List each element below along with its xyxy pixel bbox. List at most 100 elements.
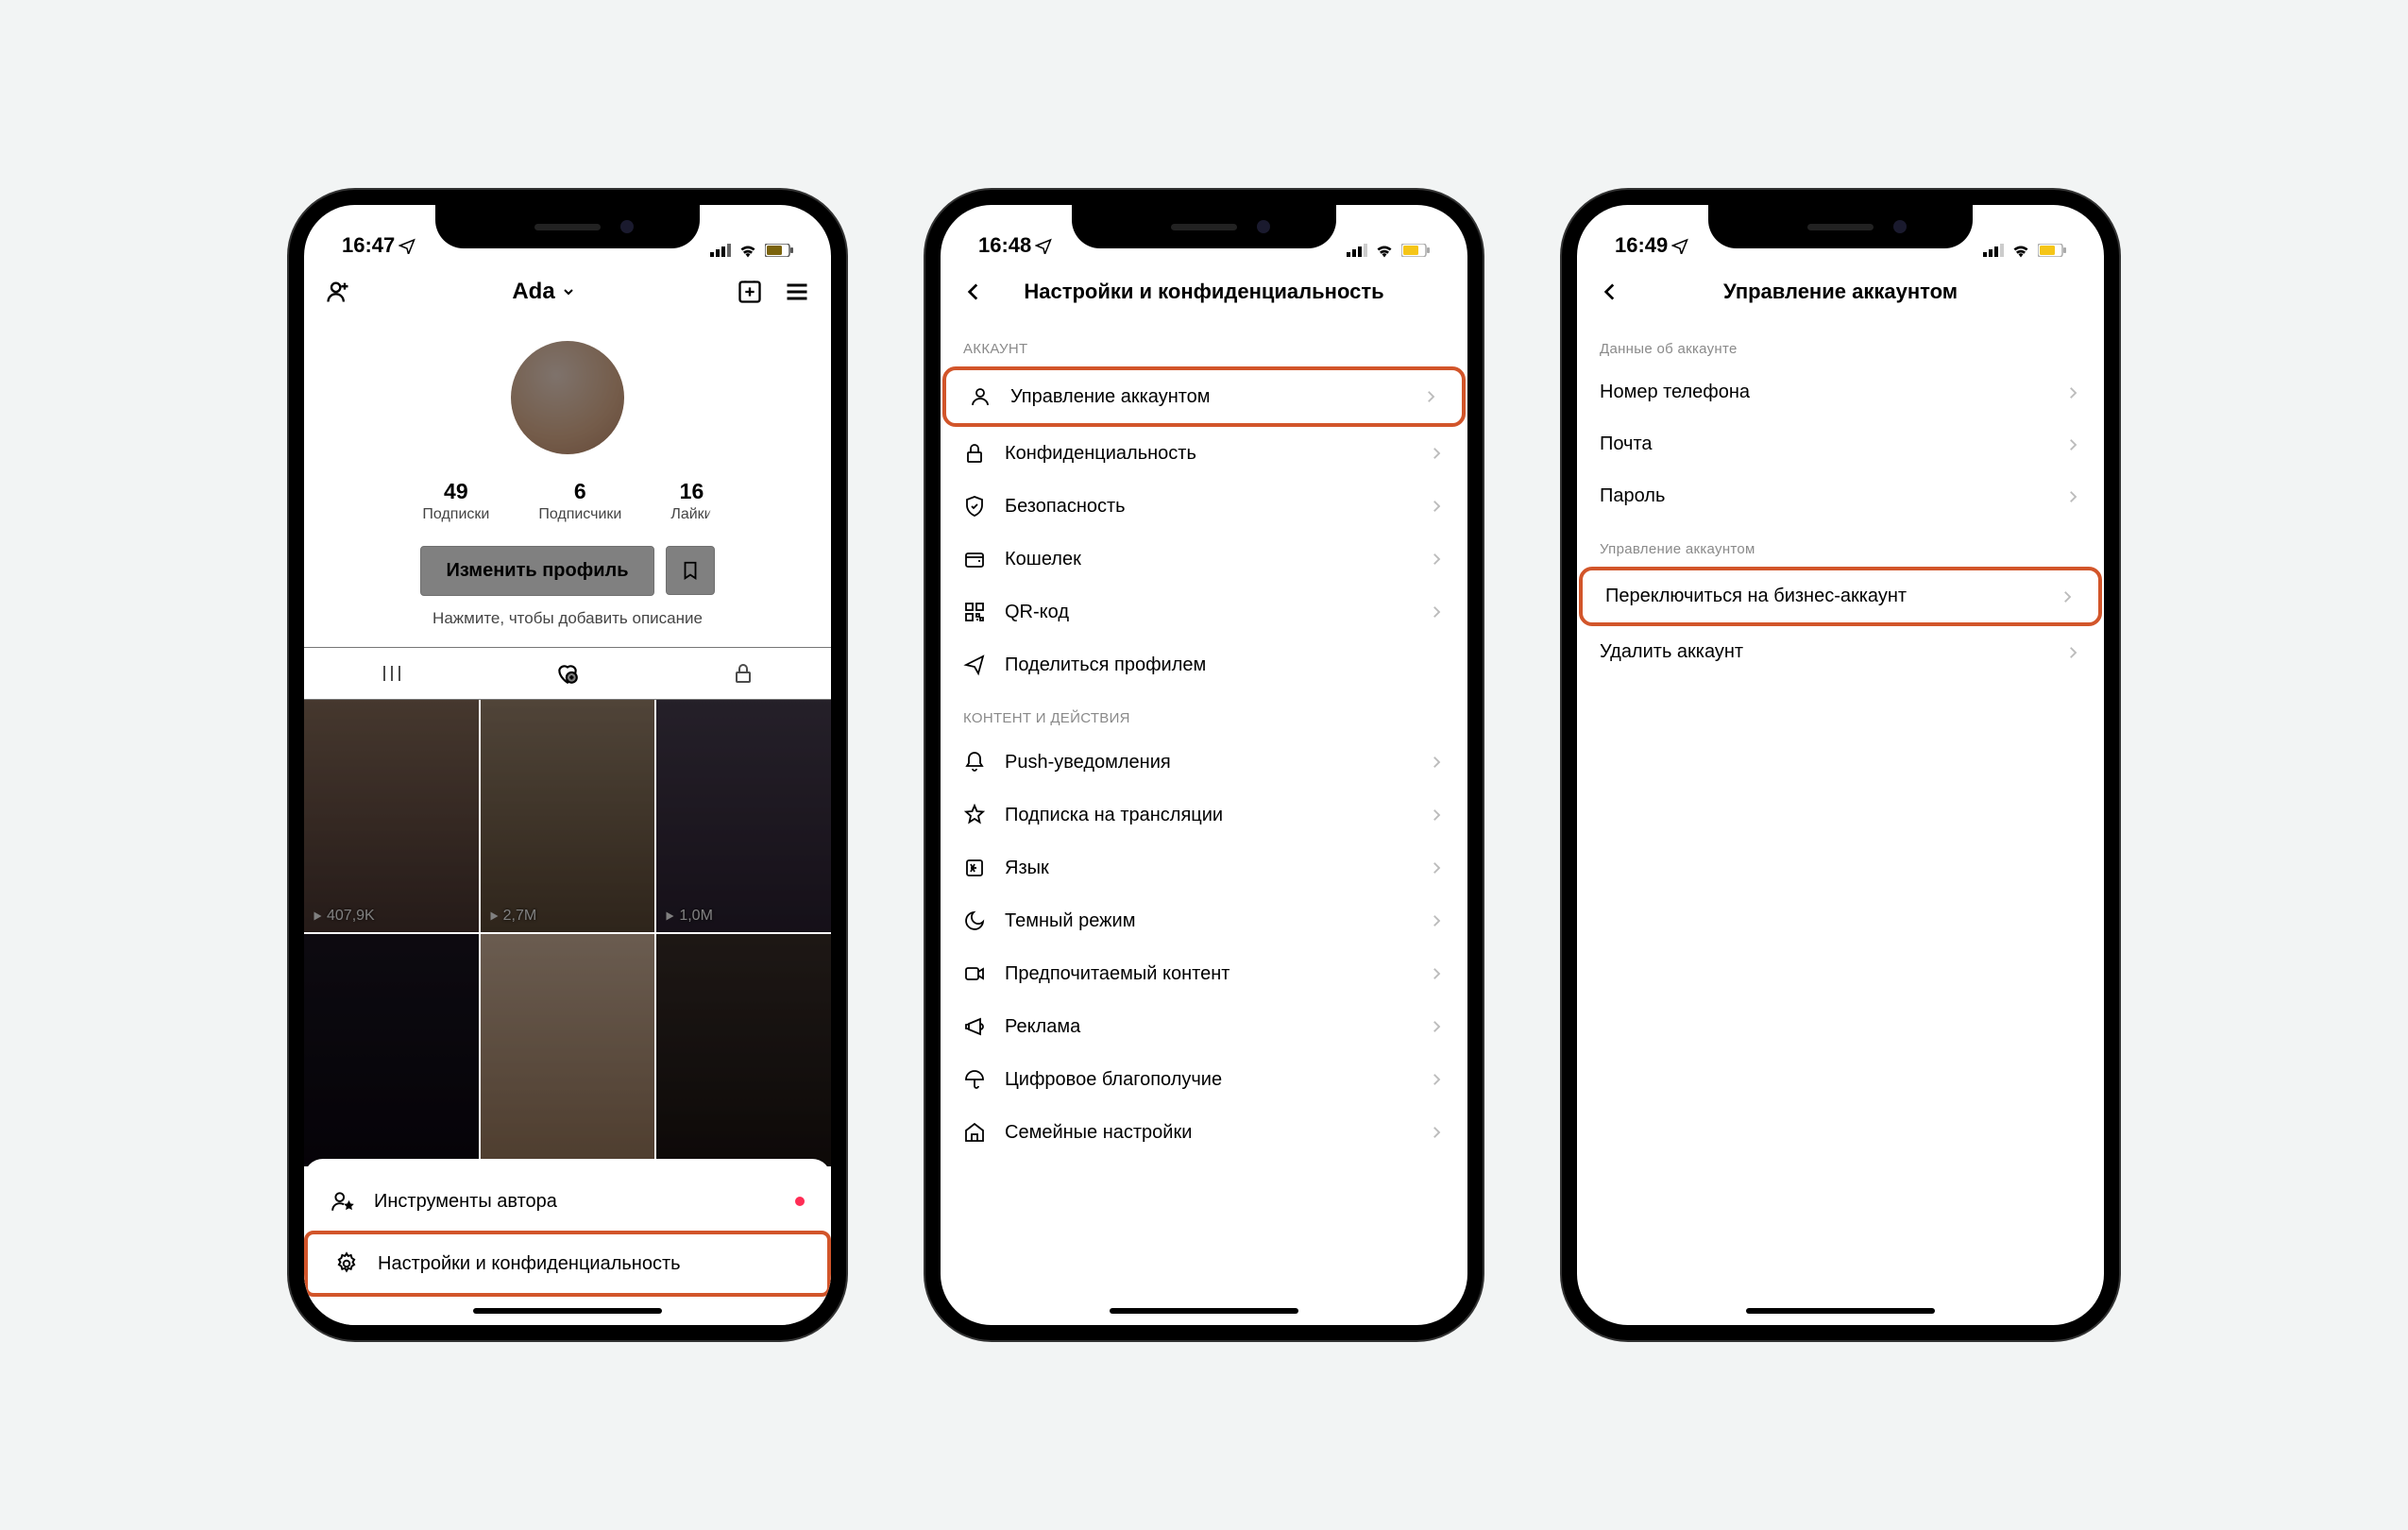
home-indicator[interactable] <box>473 1308 662 1314</box>
time: 16:49 <box>1615 233 1668 258</box>
lock-icon <box>732 662 755 685</box>
time: 16:48 <box>978 233 1031 258</box>
row-wallet[interactable]: Кошелек <box>941 533 1467 586</box>
phone-mockup-2: 16:48 Настройки и конфиденциальность АКК… <box>925 190 1483 1340</box>
row-phone[interactable]: Номер телефона <box>1577 366 2104 418</box>
location-icon <box>1671 237 1688 254</box>
person-star-icon <box>331 1189 355 1214</box>
back-button[interactable] <box>961 280 986 304</box>
row-share[interactable]: Поделиться профилем <box>941 638 1467 691</box>
wifi-icon <box>1375 243 1394 258</box>
tab-feed[interactable] <box>304 648 480 699</box>
row-password[interactable]: Пароль <box>1577 470 2104 522</box>
video-icon <box>963 962 986 985</box>
chevron-right-icon <box>2064 488 2081 505</box>
row-delete-account[interactable]: Удалить аккаунт <box>1577 626 2104 678</box>
signal-icon <box>1347 244 1367 257</box>
notification-dot <box>795 1197 805 1206</box>
qr-icon <box>963 601 986 623</box>
chevron-right-icon <box>2064 384 2081 401</box>
section-manage: Управление аккаунтом <box>1577 522 2104 567</box>
battery-icon <box>765 244 793 257</box>
row-language[interactable]: Язык <box>941 842 1467 894</box>
chevron-right-icon <box>1428 807 1445 824</box>
bio-text[interactable]: Нажмите, чтобы добавить описание <box>304 609 831 628</box>
row-email[interactable]: Почта <box>1577 418 2104 470</box>
chevron-right-icon <box>1422 388 1439 405</box>
settings-privacy-item[interactable]: Настройки и конфиденциальность <box>304 1231 831 1297</box>
home-icon <box>963 1121 986 1144</box>
video-tile[interactable] <box>656 934 831 1166</box>
creator-tools-item[interactable]: Инструменты автора <box>304 1172 831 1231</box>
video-tile[interactable] <box>481 934 655 1166</box>
hamburger-menu-icon[interactable] <box>784 279 810 305</box>
moon-icon <box>963 910 986 932</box>
row-security[interactable]: Безопасность <box>941 480 1467 533</box>
username-dropdown[interactable]: Ada <box>512 279 575 305</box>
signal-icon <box>1983 244 2004 257</box>
home-indicator[interactable] <box>1110 1308 1298 1314</box>
chevron-right-icon <box>2059 588 2076 605</box>
chevron-right-icon <box>1428 445 1445 462</box>
megaphone-icon <box>963 1015 986 1038</box>
profile-tabs <box>304 647 831 700</box>
following-stat[interactable]: 49Подписки <box>398 479 514 523</box>
feed-icon <box>381 662 403 685</box>
page-title: Настройки и конфиденциальность <box>1024 280 1383 304</box>
video-tile[interactable]: 407,9K <box>304 700 479 932</box>
section-content: КОНТЕНТ И ДЕЙСТВИЯ <box>941 691 1467 736</box>
page-header: Настройки и конфиденциальность <box>941 262 1467 322</box>
wifi-icon <box>738 243 757 258</box>
share-icon <box>963 654 986 676</box>
video-tile[interactable]: 2,7M <box>481 700 655 932</box>
home-indicator[interactable] <box>1746 1308 1935 1314</box>
likes-stat[interactable]: 16Лайки <box>646 479 737 523</box>
section-account: АККАУНТ <box>941 322 1467 366</box>
chevron-right-icon <box>1428 551 1445 568</box>
row-live-sub[interactable]: Подписка на трансляции <box>941 789 1467 842</box>
row-qr[interactable]: QR-код <box>941 586 1467 638</box>
page-title: Управление аккаунтом <box>1723 280 1958 304</box>
back-button[interactable] <box>1598 280 1622 304</box>
avatar[interactable] <box>511 341 624 454</box>
location-icon <box>399 237 415 254</box>
row-content-pref[interactable]: Предпочитаемый контент <box>941 947 1467 1000</box>
camera-icon[interactable] <box>737 279 763 305</box>
video-grid: 407,9K 2,7M 1,0M <box>304 700 831 1166</box>
tab-private[interactable] <box>655 648 831 699</box>
add-person-icon[interactable] <box>325 279 351 305</box>
chevron-right-icon <box>1428 1018 1445 1035</box>
chevron-right-icon <box>2064 644 2081 661</box>
stats-row: 49Подписки 6Подписчики 16Лайки <box>304 479 831 523</box>
heart-lock-icon <box>555 661 580 686</box>
tab-liked[interactable] <box>480 648 655 699</box>
row-push[interactable]: Push-уведомления <box>941 736 1467 789</box>
row-manage-account[interactable]: Управление аккаунтом <box>942 366 1466 427</box>
battery-icon <box>2038 244 2066 257</box>
time: 16:47 <box>342 233 395 258</box>
phone-mockup-3: 16:49 Управление аккаунтом Данные об акк… <box>1562 190 2119 1340</box>
chevron-right-icon <box>1428 498 1445 515</box>
row-family[interactable]: Семейные настройки <box>941 1106 1467 1159</box>
phone-mockup-1: 16:47 Ada 49Подписки 6Подписчики 16Лайки… <box>289 190 846 1340</box>
location-icon <box>1035 237 1052 254</box>
shield-icon <box>963 495 986 518</box>
chevron-right-icon <box>1428 754 1445 771</box>
star-icon <box>963 804 986 826</box>
row-wellbeing[interactable]: Цифровое благополучие <box>941 1053 1467 1106</box>
video-tile[interactable] <box>304 934 479 1166</box>
row-ads[interactable]: Реклама <box>941 1000 1467 1053</box>
row-switch-business[interactable]: Переключиться на бизнес-аккаунт <box>1579 567 2102 626</box>
followers-stat[interactable]: 6Подписчики <box>514 479 646 523</box>
row-privacy[interactable]: Конфиденциальность <box>941 427 1467 480</box>
play-icon <box>664 910 675 922</box>
profile-topbar: Ada <box>304 262 831 322</box>
chevron-right-icon <box>1428 1124 1445 1141</box>
language-icon <box>963 857 986 879</box>
edit-profile-button[interactable]: Изменить профиль <box>420 546 653 596</box>
bottom-sheet: Инструменты автора Настройки и конфиденц… <box>304 1159 831 1325</box>
row-dark-mode[interactable]: Темный режим <box>941 894 1467 947</box>
video-tile[interactable]: 1,0M <box>656 700 831 932</box>
wallet-icon <box>963 548 986 570</box>
bookmark-button[interactable] <box>666 546 715 595</box>
